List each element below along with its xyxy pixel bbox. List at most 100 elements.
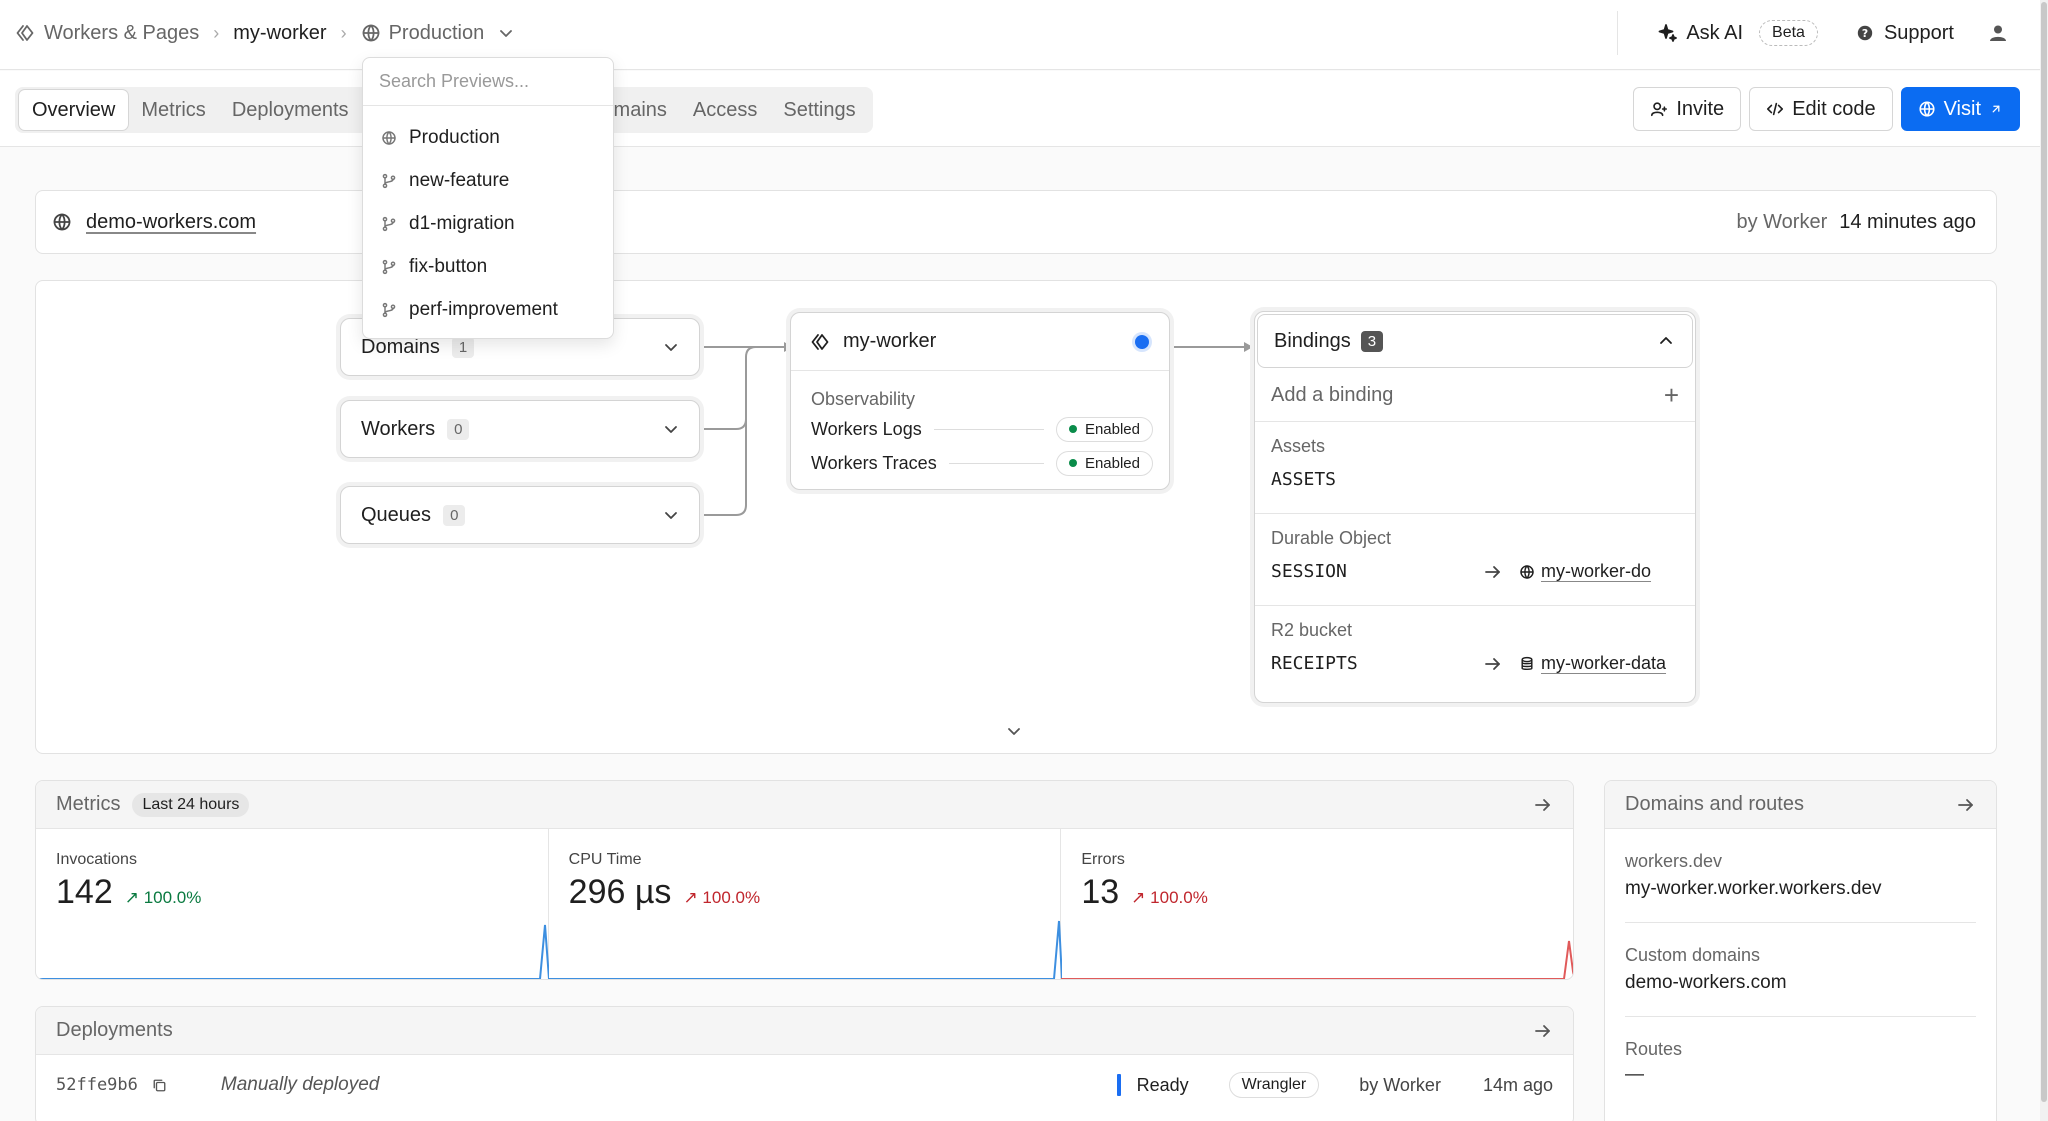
- env-item-perf-improvement[interactable]: perf-improvement: [363, 288, 613, 331]
- git-branch-icon: [382, 302, 396, 317]
- binding-target-link: my-worker-data: [1541, 653, 1667, 673]
- sparkline-path: [548, 920, 1062, 979]
- breadcrumb-root[interactable]: Workers & Pages: [16, 22, 199, 45]
- bindings-header[interactable]: Bindings 3: [1257, 314, 1693, 368]
- binding-durable-object[interactable]: Durable Object SESSION my-worker-do: [1255, 514, 1695, 606]
- binding-r2-bucket[interactable]: R2 bucket RECEIPTS my-worker-data: [1255, 606, 1695, 698]
- env-item-d1-migration[interactable]: d1-migration: [363, 202, 613, 245]
- binding-assets[interactable]: Assets ASSETS: [1255, 422, 1695, 514]
- chevron-right-icon: ›: [213, 22, 220, 43]
- metric-invocations[interactable]: Invocations 142 ↗ 100.0%: [36, 829, 549, 979]
- deployment-row[interactable]: 52ffe9b6 Manually deployed Ready Wrangle…: [36, 1055, 1573, 1115]
- workers-dev-value[interactable]: my-worker.worker.workers.dev: [1625, 878, 1976, 900]
- edit-code-button[interactable]: Edit code: [1749, 87, 1893, 131]
- workers-accordion[interactable]: Workers 0: [340, 400, 700, 458]
- env-item-new-feature[interactable]: new-feature: [363, 159, 613, 202]
- enabled-dot: [1068, 425, 1077, 433]
- page-actions: Invite Edit code Visit: [1633, 87, 2020, 131]
- metrics-header[interactable]: Metrics Last 24 hours: [36, 781, 1573, 829]
- environment-list: Production new-feature d1-migration fix-…: [363, 106, 613, 331]
- workers-count: 0: [447, 418, 470, 440]
- environment-selector[interactable]: Production: [361, 22, 517, 45]
- custom-domains-section: Custom domains demo-workers.com: [1605, 923, 1996, 1017]
- env-item-production[interactable]: Production: [363, 116, 613, 159]
- workers-diamond-icon: [16, 25, 34, 41]
- copy-icon[interactable]: [152, 1078, 167, 1093]
- binding-type: Durable Object: [1271, 528, 1392, 548]
- svg-text:?: ?: [1862, 27, 1868, 40]
- arrow-right-icon[interactable]: [1533, 1021, 1553, 1041]
- code-icon: [1767, 102, 1784, 116]
- workers-dev-label: workers.dev: [1625, 851, 1723, 871]
- custom-domains-value[interactable]: demo-workers.com: [1625, 972, 1976, 994]
- deployments-header[interactable]: Deployments: [36, 1007, 1573, 1055]
- chevron-down-icon: [665, 344, 677, 351]
- database-icon: [1521, 656, 1533, 670]
- preview-search-input[interactable]: [379, 71, 597, 92]
- tab-deployments[interactable]: Deployments: [219, 90, 362, 130]
- deployment-id: 52ffe9b6: [56, 1075, 138, 1095]
- deployment-author: by Worker: [1359, 1074, 1441, 1095]
- breadcrumb-worker[interactable]: my-worker: [233, 22, 326, 45]
- domains-routes-card: Domains and routes workers.dev my-worker…: [1604, 780, 1997, 1121]
- env-item-label: new-feature: [409, 169, 510, 191]
- help-circle-icon: ?: [1857, 25, 1873, 41]
- deployment-status-text: Ready: [1136, 1074, 1189, 1095]
- metric-cpu-time[interactable]: CPU Time 296 µs ↗ 100.0%: [548, 829, 1062, 979]
- plus-icon: +: [1663, 380, 1679, 410]
- arrow-right-icon[interactable]: [1533, 795, 1553, 815]
- domains-routes-header[interactable]: Domains and routes: [1605, 781, 1996, 829]
- worker-node-name: my-worker: [843, 330, 937, 352]
- scrollbar-thumb[interactable]: [2041, 2, 2047, 1102]
- tab-overview[interactable]: Overview: [19, 90, 129, 130]
- tab-metrics[interactable]: Metrics: [128, 90, 218, 130]
- ask-ai-button[interactable]: Ask AI Beta: [1658, 20, 1818, 46]
- support-button[interactable]: ? Support: [1856, 22, 1954, 45]
- bindings-diagram: Domains 1 Workers 0 Queues 0 my-worker O…: [35, 280, 1997, 754]
- deployment-time: 14m ago: [1482, 1074, 1553, 1095]
- status-dot: [1135, 334, 1149, 349]
- time-range-chip[interactable]: Last 24 hours: [132, 792, 250, 817]
- globe-icon: [53, 213, 71, 231]
- env-item-fix-button[interactable]: fix-button: [363, 245, 613, 288]
- beta-badge: Beta: [1759, 20, 1818, 46]
- user-icon[interactable]: [1988, 23, 2008, 43]
- primary-domain-link[interactable]: demo-workers.com: [86, 211, 256, 234]
- top-bar: Workers & Pages › my-worker › Production…: [0, 0, 2048, 70]
- binding-row: ASSETS: [1271, 469, 1679, 490]
- tab-bar: Overview Metrics Deployments mains Acces…: [0, 71, 2048, 147]
- add-binding-button[interactable]: Add a binding +: [1255, 370, 1695, 422]
- binding-target[interactable]: my-worker-do: [1519, 561, 1679, 582]
- git-branch-icon: [382, 173, 396, 188]
- workers-label: Workers: [361, 417, 436, 440]
- binding-target-link: my-worker-do: [1541, 561, 1652, 581]
- visit-button[interactable]: Visit: [1900, 87, 2020, 131]
- arrow-up-right-icon: [1992, 105, 2000, 113]
- invite-label: Invite: [1676, 97, 1725, 120]
- tab-access[interactable]: Access: [680, 90, 770, 130]
- globe-icon: [382, 130, 396, 145]
- chevron-right-icon: ›: [340, 22, 347, 43]
- binding-target[interactable]: my-worker-data: [1519, 653, 1679, 674]
- bindings-node: Bindings 3 Add a binding + Assets ASSETS…: [1254, 311, 1696, 703]
- workers-traces-label: Workers Traces: [811, 452, 937, 473]
- binding-name: ASSETS: [1271, 469, 1337, 490]
- routes-label: Routes: [1625, 1039, 1683, 1059]
- deployment-message: Manually deployed: [220, 1074, 380, 1095]
- observability-title: Observability: [811, 389, 916, 409]
- enabled-dot: [1068, 459, 1077, 467]
- globe-icon: [1919, 101, 1935, 117]
- expand-chevron-down-icon[interactable]: [1004, 721, 1024, 741]
- page-scrollbar[interactable]: [2040, 0, 2048, 1121]
- worker-node[interactable]: my-worker Observability Workers Logs Ena…: [790, 312, 1170, 490]
- arrow-right-icon: [1485, 657, 1500, 670]
- metrics-title: Metrics: [56, 793, 121, 815]
- workers-logs-label: Workers Logs: [811, 418, 922, 439]
- tab-settings[interactable]: Settings: [770, 90, 868, 130]
- arrow-right-icon[interactable]: [1956, 795, 1976, 815]
- workers-traces-status: Enabled: [1055, 450, 1153, 476]
- binding-name: SESSION: [1271, 561, 1347, 582]
- invite-button[interactable]: Invite: [1633, 87, 1742, 131]
- metric-errors[interactable]: Errors 13 ↗ 100.0%: [1061, 829, 1573, 979]
- queues-accordion[interactable]: Queues 0: [340, 486, 700, 544]
